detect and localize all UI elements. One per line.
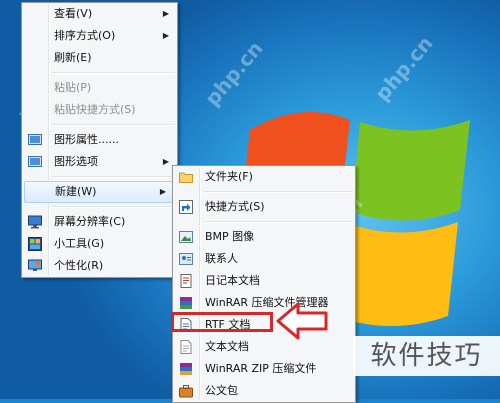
menu-item-personalize[interactable]: 个性化(R): [22, 255, 177, 277]
annotation-arrow-icon: [276, 302, 328, 340]
desktop-context-menu: 查看(V) ▶ 排序方式(O) ▶ 刷新(E) 粘贴(P) 粘贴快捷方式(S) …: [21, 2, 178, 278]
graphics-options-icon: [28, 156, 42, 167]
menu-separator: [52, 176, 175, 178]
contact-icon: [179, 253, 193, 265]
bmp-image-icon: [179, 231, 193, 243]
text-document-icon: [180, 340, 192, 354]
menu-item-view[interactable]: 查看(V) ▶: [22, 3, 177, 25]
journal-document-icon: [180, 274, 192, 288]
menu-separator: [52, 124, 175, 126]
gadgets-icon: [28, 237, 42, 251]
briefcase-icon: [179, 385, 193, 398]
menu-item-paste[interactable]: 粘贴(P): [22, 77, 177, 99]
new-item-bmp-image[interactable]: BMP 图像: [173, 226, 355, 248]
menu-item-refresh[interactable]: 刷新(E): [22, 47, 177, 69]
menu-item-gadgets[interactable]: 小工具(G): [22, 233, 177, 255]
personalize-icon: [28, 259, 42, 271]
menu-item-new[interactable]: 新建(W) ▶: [24, 181, 175, 203]
menu-item-sort-by[interactable]: 排序方式(O) ▶: [22, 25, 177, 47]
folder-icon: [179, 172, 193, 183]
menu-separator: [203, 221, 353, 223]
new-item-journal-document[interactable]: 日记本文档: [173, 270, 355, 292]
winrar-zip-icon: [180, 363, 192, 375]
graphics-properties-icon: [28, 134, 42, 145]
submenu-arrow-icon: ▶: [162, 9, 169, 18]
menu-item-graphics-options[interactable]: 图形选项 ▶: [22, 151, 177, 173]
screen-resolution-icon: [28, 215, 42, 229]
highlight-box: [171, 312, 273, 332]
submenu-arrow-icon: ▶: [162, 31, 169, 40]
menu-separator: [203, 191, 353, 193]
new-item-folder[interactable]: 文件夹(F): [173, 166, 355, 188]
new-item-winrar-zip[interactable]: WinRAR ZIP 压缩文件: [173, 358, 355, 380]
menu-separator: [52, 206, 175, 208]
winrar-archive-icon: [180, 297, 192, 309]
submenu-arrow-icon: ▶: [162, 157, 169, 166]
menu-item-paste-shortcut[interactable]: 粘贴快捷方式(S): [22, 99, 177, 121]
shortcut-icon: [179, 200, 193, 214]
menu-item-screen-resolution[interactable]: 屏幕分辨率(C): [22, 211, 177, 233]
new-item-contact[interactable]: 联系人: [173, 248, 355, 270]
menu-item-graphics-properties[interactable]: 图形属性......: [22, 129, 177, 151]
submenu-arrow-icon: ▶: [159, 187, 166, 196]
new-item-shortcut[interactable]: 快捷方式(S): [173, 196, 355, 218]
menu-separator: [52, 72, 175, 74]
new-submenu: 文件夹(F) 快捷方式(S) BMP 图像 联系人 日记本文档 WinRAR 压…: [172, 165, 356, 403]
site-badge: 软件技巧: [353, 336, 500, 376]
